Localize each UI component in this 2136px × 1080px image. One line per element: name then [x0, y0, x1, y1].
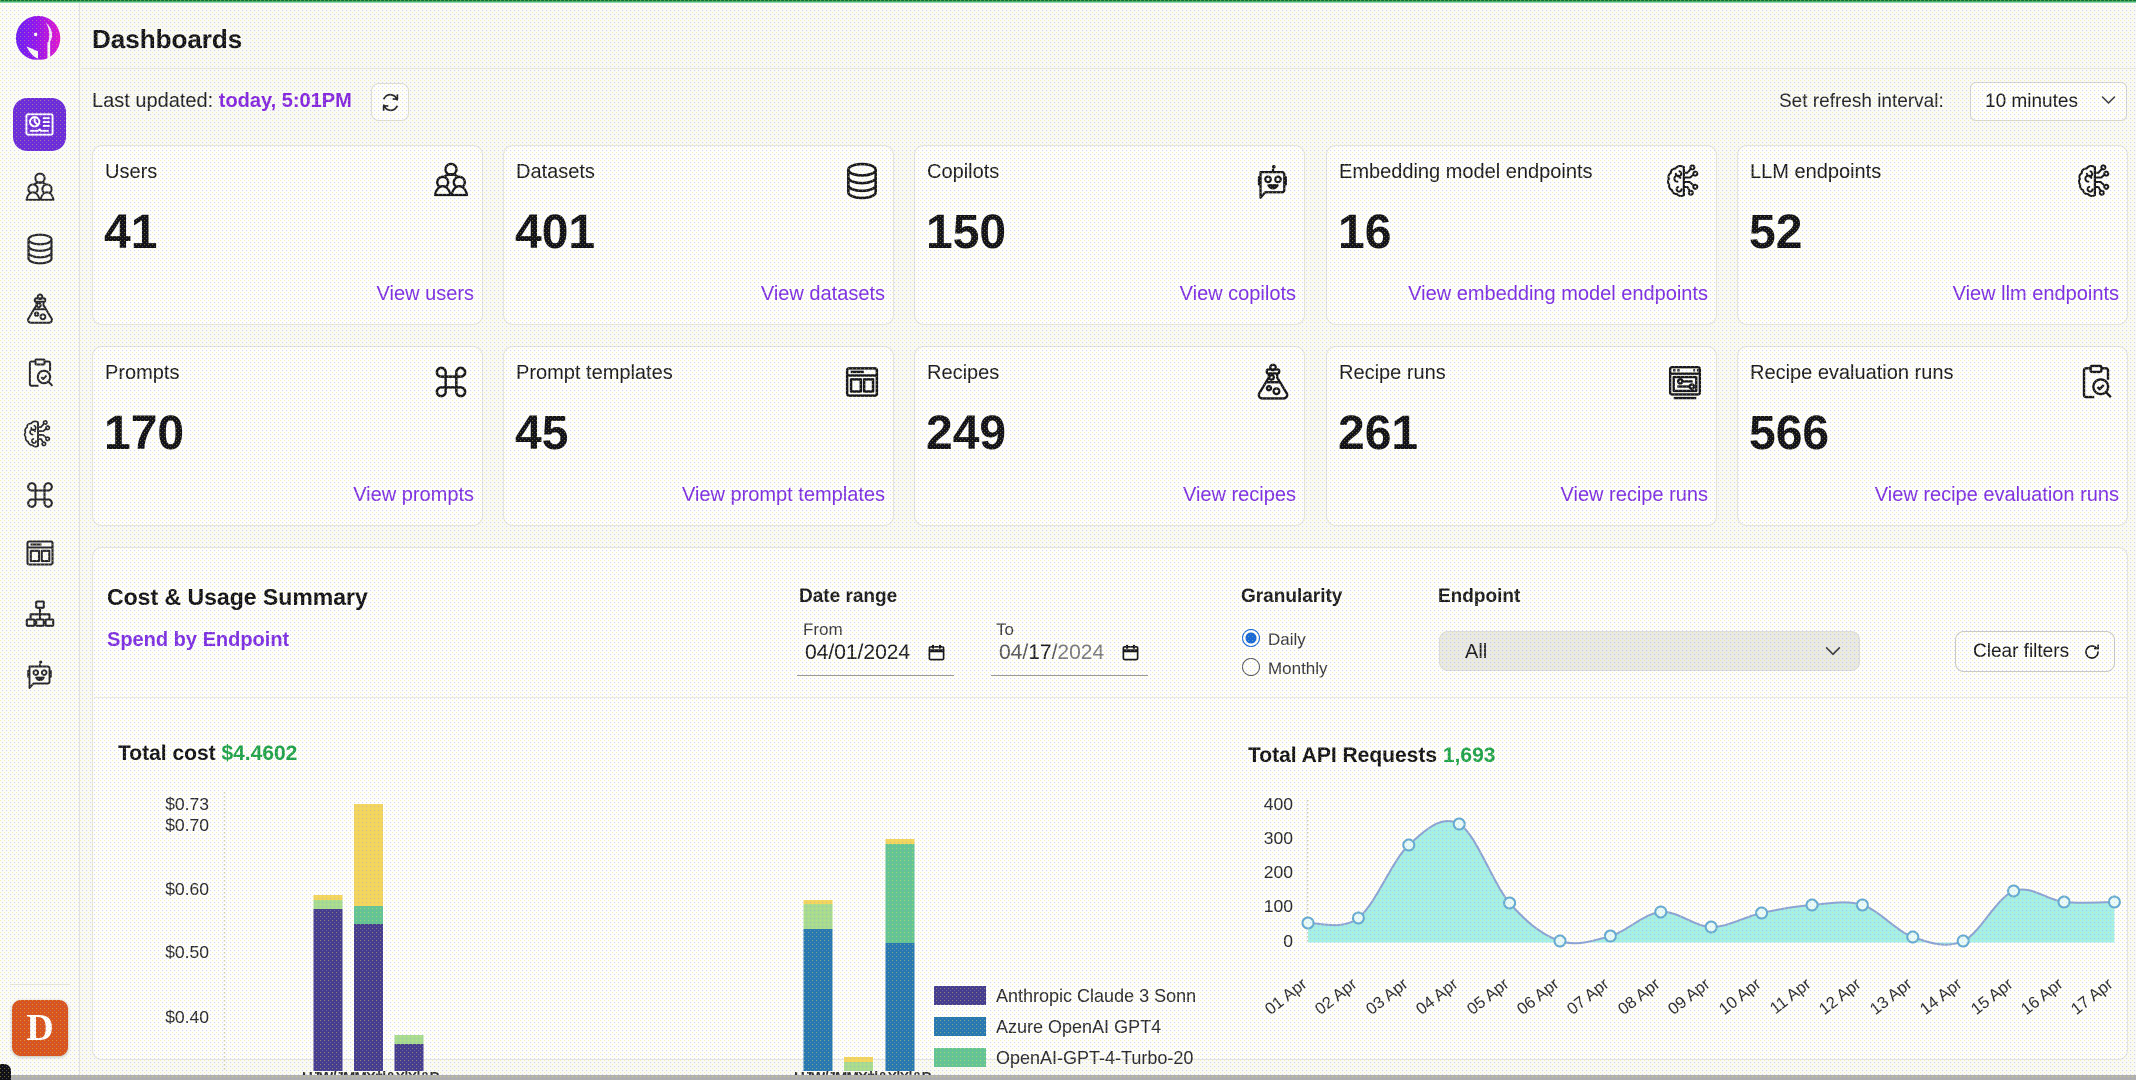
svg-text:$0.73: $0.73: [165, 794, 209, 814]
svg-text:$0.70: $0.70: [165, 815, 209, 835]
svg-text:10 Apr: 10 Apr: [1716, 975, 1765, 1019]
svg-text:200: 200: [1264, 862, 1293, 882]
svg-text:17 Apr: 17 Apr: [2068, 975, 2117, 1019]
svg-text:03 Apr: 03 Apr: [1363, 975, 1412, 1019]
svg-text:02 Apr: 02 Apr: [1312, 975, 1361, 1019]
svg-text:300: 300: [1264, 828, 1293, 848]
svg-text:$0.50: $0.50: [165, 942, 209, 962]
svg-text:Anthropic Claude 3 Sonn: Anthropic Claude 3 Sonn: [996, 986, 1196, 1006]
svg-text:$0.60: $0.60: [165, 879, 209, 899]
svg-text:0: 0: [1283, 931, 1293, 951]
svg-text:$0.40: $0.40: [165, 1007, 209, 1027]
svg-text:100: 100: [1264, 896, 1293, 916]
svg-text:14 Apr: 14 Apr: [1917, 975, 1966, 1019]
svg-text:01 Apr: 01 Apr: [1262, 975, 1311, 1019]
svg-text:12 Apr: 12 Apr: [1816, 975, 1865, 1019]
svg-text:OpenAI-GPT-4-Turbo-20: OpenAI-GPT-4-Turbo-20: [996, 1048, 1193, 1068]
svg-text:400: 400: [1264, 794, 1293, 814]
svg-text:11 Apr: 11 Apr: [1767, 975, 1815, 1018]
svg-text:13 Apr: 13 Apr: [1867, 975, 1916, 1019]
svg-text:15 Apr: 15 Apr: [1968, 975, 2017, 1019]
svg-text:07 Apr: 07 Apr: [1564, 975, 1613, 1019]
svg-text:06 Apr: 06 Apr: [1514, 975, 1563, 1019]
svg-text:09 Apr: 09 Apr: [1665, 975, 1714, 1019]
svg-text:Azure OpenAI GPT4: Azure OpenAI GPT4: [996, 1017, 1161, 1037]
svg-text:05 Apr: 05 Apr: [1464, 975, 1513, 1019]
svg-text:08 Apr: 08 Apr: [1615, 975, 1664, 1019]
svg-text:16 Apr: 16 Apr: [2018, 975, 2067, 1019]
svg-text:04 Apr: 04 Apr: [1413, 975, 1462, 1019]
